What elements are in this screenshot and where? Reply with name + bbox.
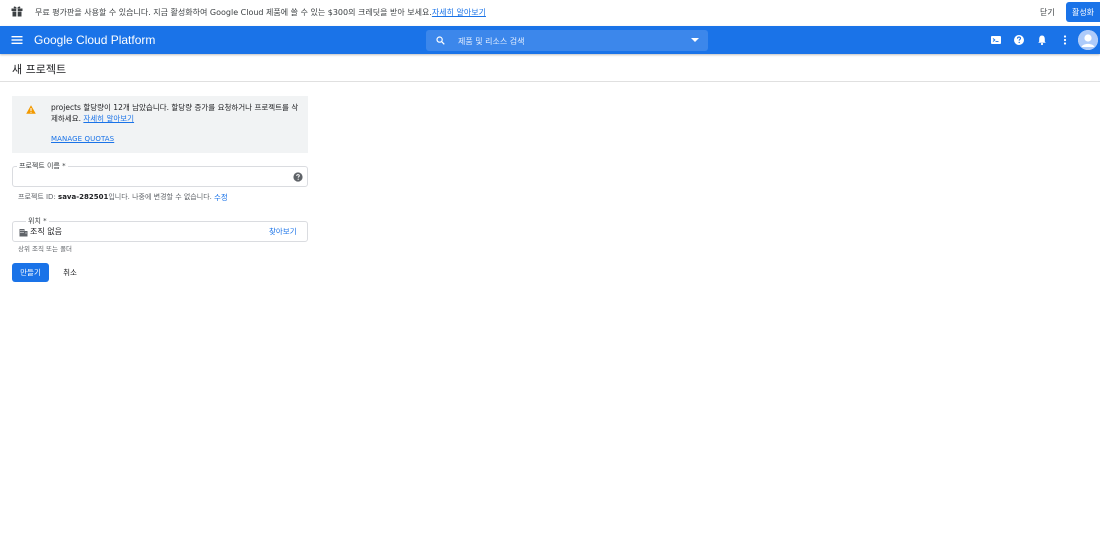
activate-button[interactable]: 활성화 (1066, 2, 1100, 22)
browse-button[interactable]: 찾아보기 (269, 226, 297, 237)
account-icon (1078, 30, 1098, 50)
location-value: 조직 없음 (30, 227, 62, 236)
organization-icon (19, 229, 28, 237)
project-id-suffix: 입니다. 나중에 변경할 수 없습니다. (108, 193, 212, 201)
project-id-hint: 프로젝트 ID: sava-282501입니다. 나중에 변경할 수 없습니다.… (18, 192, 228, 202)
gift-icon (11, 6, 23, 17)
banner-message: 무료 평가판을 사용할 수 있습니다. 지금 활성화하여 Google Clou… (35, 8, 432, 17)
project-name-field[interactable]: 프로젝트 이름 * (12, 161, 308, 187)
quota-learn-more-link[interactable]: 자세히 알아보기 (83, 114, 134, 123)
free-trial-banner: 무료 평가판을 사용할 수 있습니다. 지금 활성화하여 Google Clou… (0, 0, 1100, 26)
avatar[interactable] (1078, 30, 1098, 50)
page-header: 새 프로젝트 (0, 54, 1100, 82)
search-icon (436, 36, 445, 45)
terminal-icon[interactable] (990, 34, 1002, 46)
page-title: 새 프로젝트 (12, 63, 67, 76)
app-bar: Google Cloud Platform 제품 및 리소스 검색 (0, 26, 1100, 54)
cancel-button[interactable]: 취소 (57, 263, 83, 282)
search-input[interactable]: 제품 및 리소스 검색 (458, 36, 525, 47)
banner-text: 무료 평가판을 사용할 수 있습니다. 지금 활성화하여 Google Clou… (35, 7, 486, 18)
search-bar[interactable]: 제품 및 리소스 검색 (426, 30, 708, 51)
help-icon[interactable] (1013, 34, 1025, 46)
edit-project-id-button[interactable]: 수정 (214, 192, 228, 203)
quota-warning: projects 할당량이 12개 남았습니다. 할당량 증가를 요청하거나 프… (12, 96, 308, 153)
chevron-down-icon[interactable] (691, 38, 699, 42)
location-field[interactable]: 위치 * 조직 없음 찾아보기 (12, 216, 308, 242)
manage-quotas-link[interactable]: MANAGE QUOTAS (51, 135, 114, 143)
project-id-value: sava-282501 (58, 193, 109, 201)
banner-learn-more-link[interactable]: 자세히 알아보기 (432, 8, 486, 17)
dismiss-button[interactable]: 닫기 (1040, 7, 1055, 18)
quota-warning-message: projects 할당량이 12개 남았습니다. 할당량 증가를 요청하거나 프… (51, 102, 301, 124)
create-button[interactable]: 만들기 (12, 263, 49, 282)
project-name-label: 프로젝트 이름 * (17, 161, 68, 171)
warning-icon (26, 105, 36, 114)
project-id-prefix: 프로젝트 ID: (18, 193, 59, 201)
location-label: 위치 * (26, 216, 49, 226)
more-vert-icon[interactable] (1059, 34, 1071, 46)
location-helper-text: 상위 조직 또는 폴더 (18, 245, 73, 253)
product-logo[interactable]: Google Cloud Platform (34, 33, 155, 47)
notifications-icon[interactable] (1036, 34, 1048, 46)
help-icon[interactable] (293, 172, 303, 182)
menu-icon[interactable] (11, 34, 23, 46)
